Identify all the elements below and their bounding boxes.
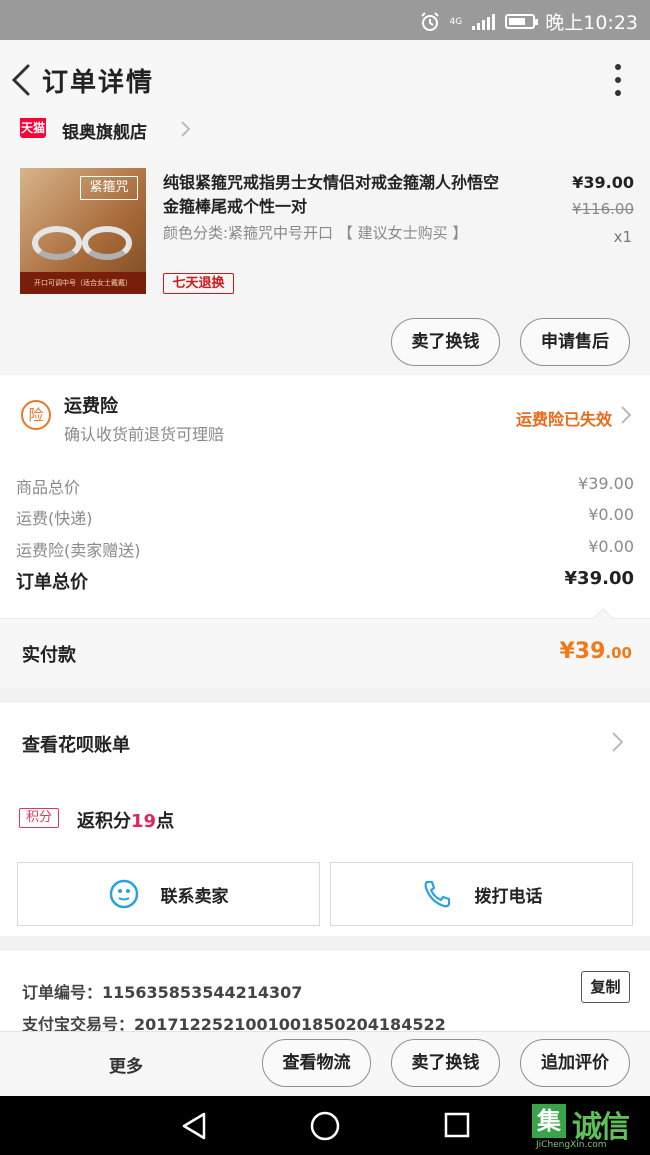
status-bar: 4G 晚上10:23 bbox=[0, 0, 650, 40]
paid-amount-decimal: .00 bbox=[605, 644, 632, 662]
network-type: 4G bbox=[449, 16, 463, 27]
paid-amount-main: ¥39 bbox=[559, 639, 606, 664]
summary-row: 商品总价 ¥39.00 bbox=[16, 474, 634, 498]
order-total-row: 订单总价 ¥39.00 bbox=[16, 568, 634, 594]
watermark-sub: JiChengXin.com bbox=[536, 1140, 607, 1150]
thumb-caption: 开口可调中号（适合女士戴戴） bbox=[20, 272, 146, 294]
product-quantity: x1 bbox=[613, 228, 632, 246]
nav-home-icon[interactable] bbox=[309, 1110, 341, 1142]
phone-icon bbox=[424, 880, 450, 908]
status-time: 晚上10:23 bbox=[545, 12, 638, 34]
chat-icon bbox=[109, 879, 138, 909]
shop-row[interactable]: 天猫 银奥旗舰店 bbox=[0, 118, 650, 160]
bottom-action-bar: 更多 查看物流 卖了换钱 追加评价 bbox=[0, 1031, 650, 1096]
shop-name[interactable]: 银奥旗舰店 bbox=[62, 118, 147, 143]
tmall-badge: 天猫 bbox=[20, 118, 46, 138]
after-sale-button[interactable]: 申请售后 bbox=[520, 318, 630, 366]
insurance-title: 运费险 bbox=[64, 396, 118, 417]
order-info: 订单编号：115635853544214307 支付宝交易号：201712252… bbox=[0, 951, 650, 1034]
watermark-logo: 集 诚信 JiChengXin.com bbox=[532, 1102, 650, 1155]
insurance-icon: 险 bbox=[21, 400, 51, 430]
points-prefix: 返积分 bbox=[77, 811, 131, 832]
summary-row: 运费(快递) ¥0.00 bbox=[16, 505, 634, 529]
points-badge: 积分 bbox=[19, 808, 59, 828]
page-title: 订单详情 bbox=[42, 68, 155, 98]
more-actions-link[interactable]: 更多 bbox=[109, 1052, 143, 1077]
call-label: 拨打电话 bbox=[474, 886, 543, 907]
battery-icon bbox=[505, 14, 539, 29]
summary-value: ¥0.00 bbox=[588, 537, 634, 556]
summary-row: 运费险(卖家赠送) ¥0.00 bbox=[16, 537, 634, 561]
insurance-subtitle: 确认收货前退货可理赔 bbox=[64, 425, 225, 444]
call-button[interactable]: 拨打电话 bbox=[330, 862, 633, 926]
contact-seller-button[interactable]: 联系卖家 bbox=[17, 862, 320, 926]
watermark-box: 集 bbox=[532, 1104, 566, 1138]
ring-shape bbox=[82, 226, 132, 260]
back-icon[interactable] bbox=[6, 62, 40, 98]
paid-amount: ¥39.00 bbox=[559, 639, 632, 664]
alarm-icon bbox=[420, 11, 439, 31]
price-summary: 商品总价 ¥39.00 运费(快递) ¥0.00 运费险(卖家赠送) ¥0.00… bbox=[0, 460, 650, 618]
summary-value: ¥0.00 bbox=[588, 505, 634, 524]
summary-label: 运费险(卖家赠送) bbox=[16, 541, 141, 560]
thumb-tag: 紧箍咒 bbox=[80, 176, 138, 200]
sell-button[interactable]: 卖了换钱 bbox=[391, 318, 500, 366]
signal-icon bbox=[472, 13, 496, 30]
summary-label: 运费(快递) bbox=[16, 509, 93, 528]
nav-bar: 订单详情 bbox=[0, 40, 650, 120]
points-text: 返积分19点 bbox=[77, 807, 174, 833]
chevron-right-icon bbox=[612, 732, 624, 752]
nav-back-icon[interactable] bbox=[178, 1110, 210, 1142]
more-menu-icon[interactable] bbox=[614, 64, 622, 96]
order-number: 订单编号：115635853544214307 bbox=[22, 983, 303, 1002]
view-logistics-button[interactable]: 查看物流 bbox=[262, 1039, 371, 1087]
huabei-bill-link[interactable]: 查看花呗账单 bbox=[22, 731, 130, 757]
product-original-price: ¥116.00 bbox=[571, 200, 634, 218]
product-variant: 颜色分类:紧箍咒中号开口 【 建议女士购买 】 bbox=[163, 224, 468, 242]
copy-button[interactable]: 复制 bbox=[581, 971, 630, 1003]
product-price: ¥39.00 bbox=[572, 173, 634, 192]
chevron-right-icon bbox=[621, 406, 632, 424]
order-total-value: ¥39.00 bbox=[564, 568, 634, 589]
points-value: 19 bbox=[131, 811, 157, 832]
summary-value: ¥39.00 bbox=[578, 474, 634, 493]
sell-button[interactable]: 卖了换钱 bbox=[391, 1039, 500, 1087]
huabei-section: 查看花呗账单 积分 返积分19点 联系卖家 拨打电话 bbox=[0, 703, 650, 936]
contact-seller-label: 联系卖家 bbox=[160, 886, 229, 907]
insurance-status: 运费险已失效 bbox=[515, 410, 612, 429]
product-thumbnail[interactable]: 紧箍咒 开口可调中号（适合女士戴戴） bbox=[20, 168, 146, 294]
points-suffix: 点 bbox=[156, 811, 175, 832]
ring-shape bbox=[32, 226, 82, 260]
nav-recents-icon[interactable] bbox=[442, 1110, 472, 1140]
product-title[interactable]: 纯银紧箍咒戒指男士女情侣对戒金箍潮人孙悟空金箍棒尾戒个性一对 bbox=[163, 171, 508, 219]
product-card: 紧箍咒 开口可调中号（适合女士戴戴） 纯银紧箍咒戒指男士女情侣对戒金箍潮人孙悟空… bbox=[0, 160, 650, 375]
shipping-insurance-row[interactable]: 险 运费险 确认收货前退货可理赔 运费险已失效 bbox=[0, 375, 650, 460]
add-review-button[interactable]: 追加评价 bbox=[520, 1039, 630, 1087]
return-badge: 七天退换 bbox=[163, 273, 234, 294]
summary-label: 商品总价 bbox=[16, 478, 81, 497]
chevron-right-icon bbox=[181, 121, 191, 137]
paid-row: 实付款 ¥39.00 bbox=[0, 608, 650, 688]
order-total-label: 订单总价 bbox=[16, 572, 88, 593]
paid-label: 实付款 bbox=[22, 645, 76, 666]
